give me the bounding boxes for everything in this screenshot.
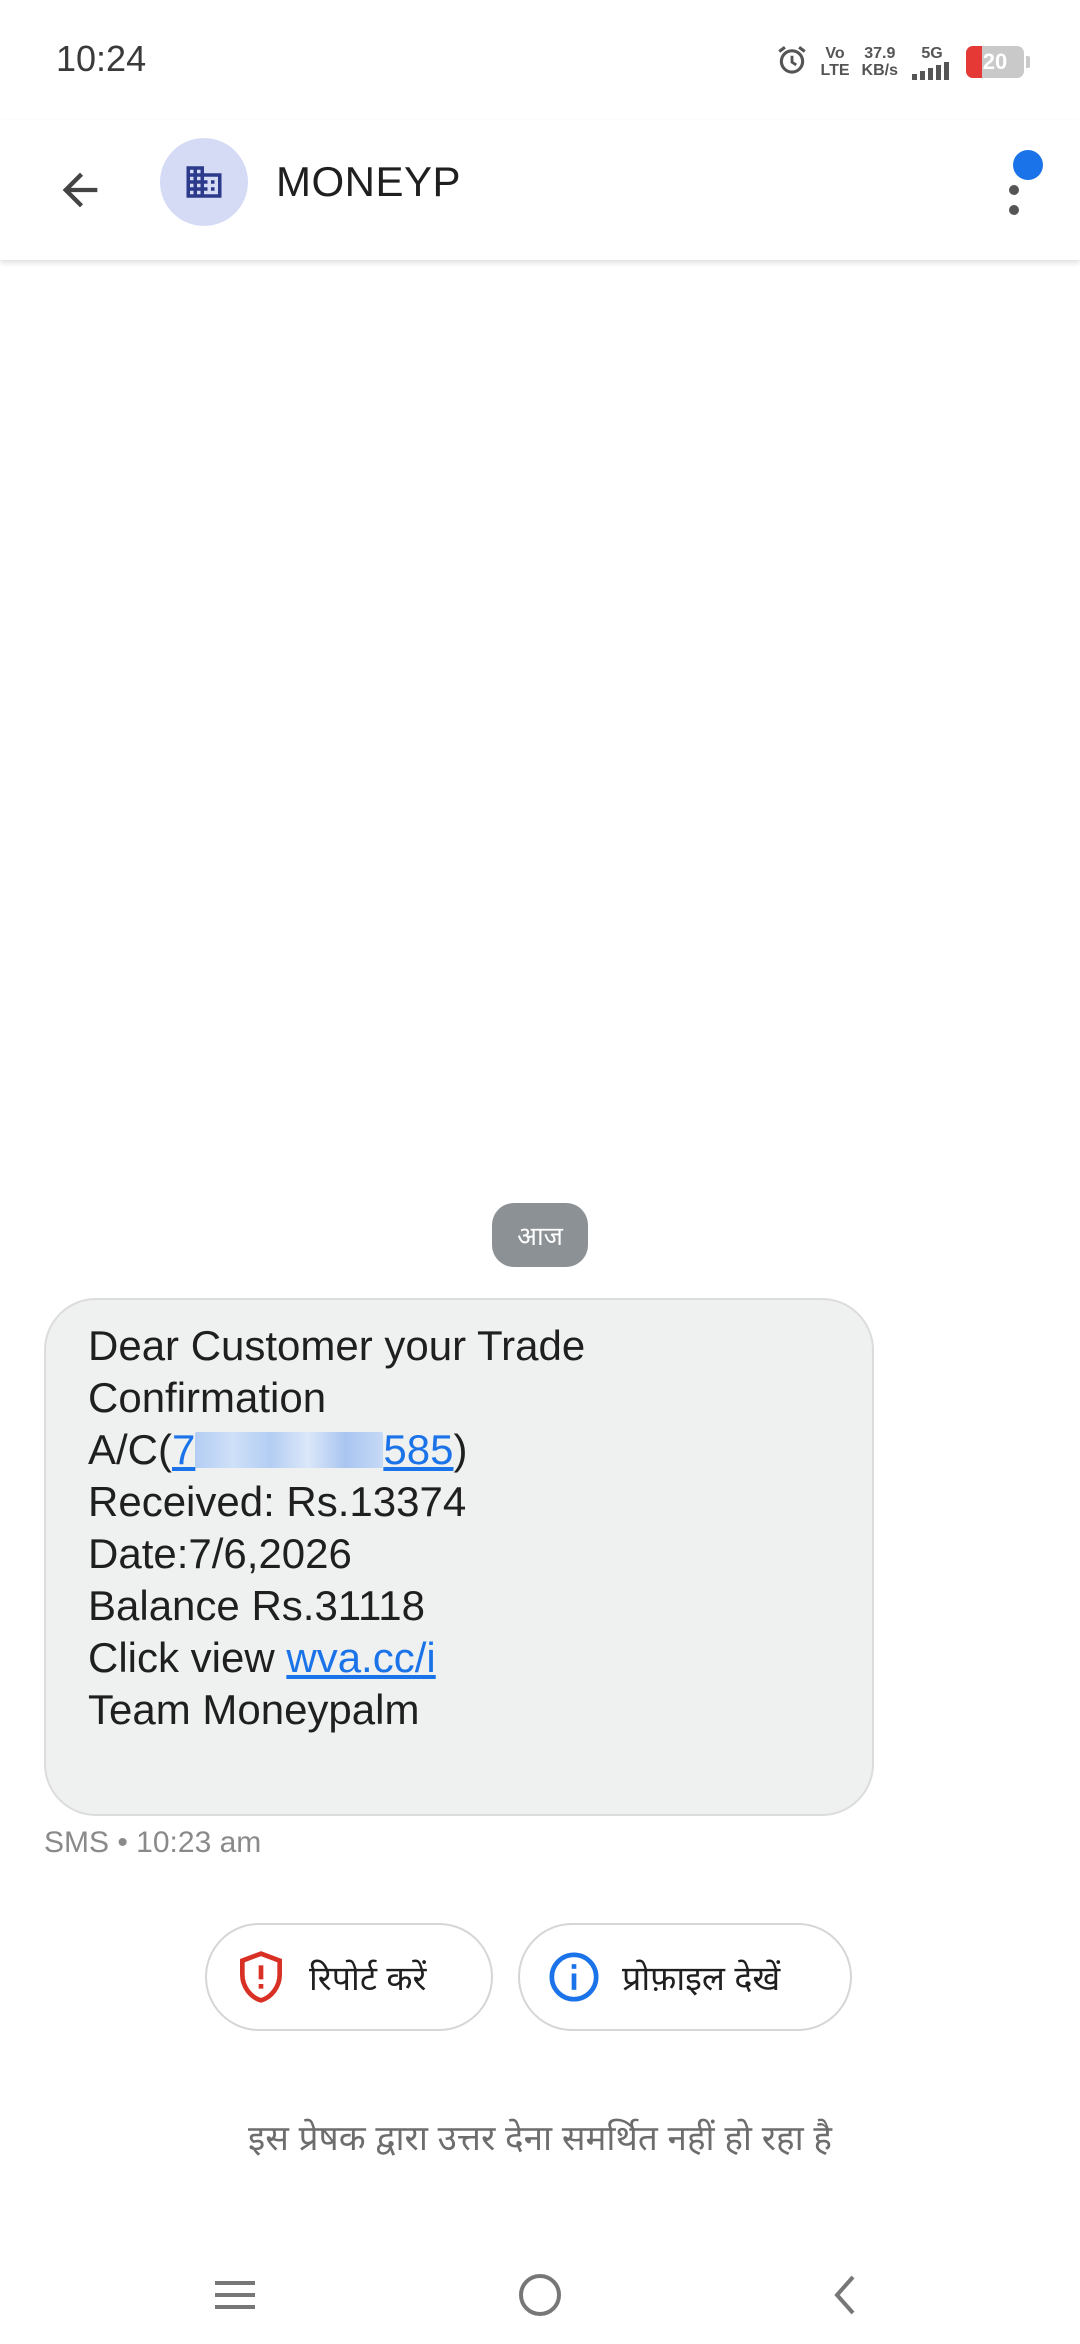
battery-level: 20 — [982, 49, 1008, 74]
message-account-line: A/C(7 585) — [88, 1424, 585, 1476]
redacted-block — [195, 1432, 384, 1468]
battery-icon: 20 — [966, 46, 1024, 78]
menu-icon — [215, 2281, 255, 2309]
business-icon — [186, 166, 222, 198]
account-end: 585 — [383, 1426, 454, 1473]
signal-label: 5G — [921, 44, 943, 62]
home-circle-icon — [519, 2274, 561, 2316]
avatar[interactable] — [160, 138, 248, 226]
account-number-link[interactable]: 7 585 — [172, 1426, 453, 1473]
profile-label: प्रोफ़ाइल देखें — [622, 1960, 781, 1998]
nav-back-button[interactable] — [810, 2260, 880, 2330]
account-suffix: ) — [453, 1426, 468, 1473]
contact-name: MONEYP — [276, 158, 462, 205]
message-line-8: Team Moneypalm — [88, 1686, 420, 1733]
account-prefix: A/C( — [88, 1426, 172, 1473]
reply-unsupported-note: इस प्रेषक द्वारा उत्तर देना समर्थित नहीं… — [248, 2119, 832, 2158]
message-line-2: Confirmation — [88, 1374, 327, 1421]
volte-bottom: LTE — [820, 62, 850, 79]
message-link[interactable]: wva.cc/i — [286, 1634, 435, 1681]
message-meta: SMS • 10:23 am — [44, 1826, 262, 1859]
network-speed: 37.9 KB/s — [862, 45, 898, 79]
message-text: Dear Customer your Trade Confirmation A/… — [88, 1320, 585, 1736]
recent-apps-button[interactable] — [200, 2260, 270, 2330]
message-line-1: Dear Customer your Trade — [88, 1322, 586, 1369]
message-line-5: Date:7/6,2026 — [88, 1530, 352, 1577]
status-icons: Vo LTE 37.9 KB/s 5G 20 — [775, 40, 1030, 84]
arrow-back-icon — [62, 172, 98, 208]
status-bar: 10:24 Vo LTE 37.9 KB/s 5G 20 — [0, 0, 1080, 120]
message-line-4: Received: Rs.13374 — [88, 1478, 467, 1525]
chevron-left-icon — [834, 2275, 855, 2315]
alarm-icon — [775, 43, 809, 82]
report-label: रिपोर्ट करें — [309, 1960, 427, 1998]
account-start: 7 — [172, 1426, 196, 1473]
app-bar: MONEYP — [0, 120, 1080, 260]
report-button[interactable]: रिपोर्ट करें — [205, 1923, 493, 2031]
link-prefix: Click view — [88, 1634, 287, 1681]
navigation-bar — [0, 2240, 1080, 2344]
back-button[interactable] — [40, 150, 120, 230]
info-icon — [546, 1949, 602, 2005]
status-time: 10:24 — [56, 38, 147, 79]
signal-bars-icon — [912, 61, 949, 80]
message-link-line: Click view wva.cc/i — [88, 1632, 585, 1684]
shield-alert-icon — [233, 1949, 289, 2005]
speed-unit: KB/s — [861, 62, 898, 79]
view-profile-button[interactable]: प्रोफ़ाइल देखें — [518, 1923, 852, 2031]
signal-indicator: 5G — [910, 45, 954, 80]
volte-indicator: Vo LTE — [821, 45, 850, 79]
notification-dot — [1013, 150, 1043, 180]
message-line-6: Balance Rs.31118 — [88, 1582, 426, 1629]
home-button[interactable] — [505, 2260, 575, 2330]
date-chip: आज — [492, 1203, 588, 1267]
volte-top: Vo — [825, 45, 845, 62]
speed-value: 37.9 — [864, 45, 896, 62]
